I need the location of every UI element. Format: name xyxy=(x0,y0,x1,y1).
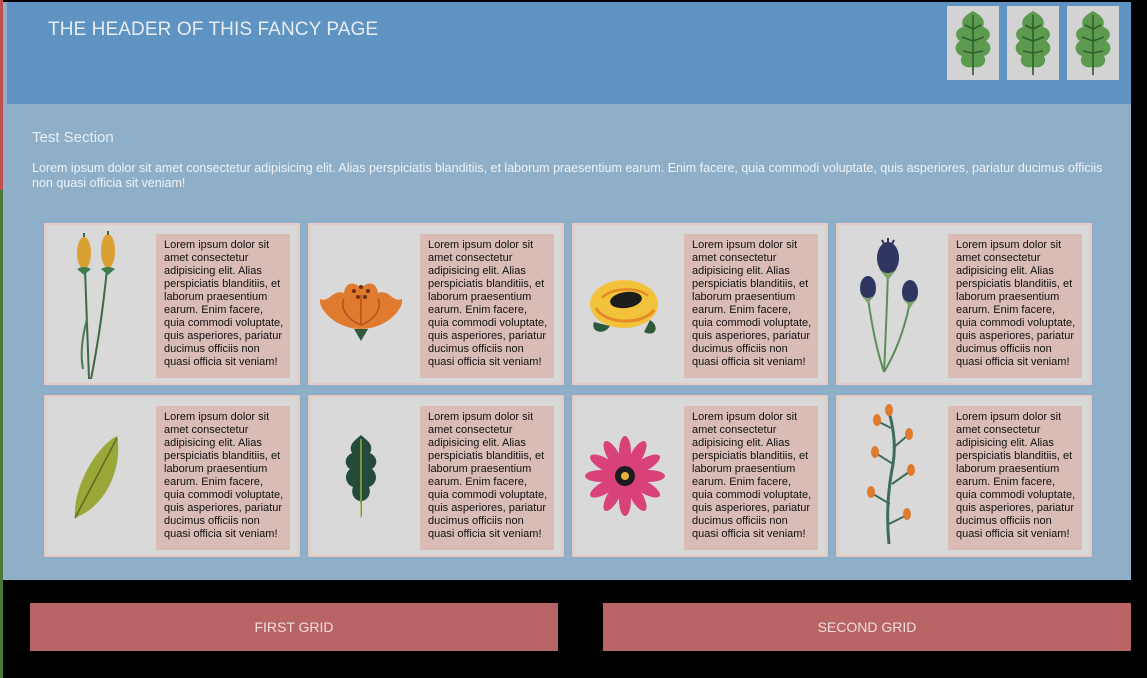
thistle-icon xyxy=(844,231,934,377)
section-title: Test Section xyxy=(32,129,114,146)
green-leaf-icon xyxy=(52,403,142,549)
card-text: Lorem ipsum dolor sit amet consectetur a… xyxy=(420,234,554,378)
card-text: Lorem ipsum dolor sit amet consectetur a… xyxy=(684,406,818,550)
section-text: Lorem ipsum dolor sit amet consectetur a… xyxy=(32,161,1103,190)
header-title: THE HEADER OF THIS FANCY PAGE xyxy=(48,19,379,40)
card: Lorem ipsum dolor sit amet consectetur a… xyxy=(44,395,300,557)
card: Lorem ipsum dolor sit amet consectetur a… xyxy=(572,223,828,385)
page-container: THE HEADER OF THIS FANCY PAGE Test Secti… xyxy=(3,2,1131,580)
card: Lorem ipsum dolor sit amet consectetur a… xyxy=(44,223,300,385)
first-grid-button[interactable]: FIRST GRID xyxy=(30,603,558,651)
header-leaf-icons xyxy=(947,6,1119,80)
card-text: Lorem ipsum dolor sit amet consectetur a… xyxy=(156,406,290,550)
card-text: Lorem ipsum dolor sit amet consectetur a… xyxy=(420,406,554,550)
card-text: Lorem ipsum dolor sit amet consectetur a… xyxy=(684,234,818,378)
card: Lorem ipsum dolor sit amet consectetur a… xyxy=(836,223,1092,385)
second-grid-button[interactable]: SECOND GRID xyxy=(603,603,1131,651)
card: Lorem ipsum dolor sit amet consectetur a… xyxy=(572,395,828,557)
cattail-icon xyxy=(52,231,142,379)
card-text: Lorem ipsum dolor sit amet consectetur a… xyxy=(948,406,1082,550)
card-text: Lorem ipsum dolor sit amet consectetur a… xyxy=(948,234,1082,378)
berry-branch-icon xyxy=(844,403,934,549)
pink-daisy-icon xyxy=(580,403,670,549)
card: Lorem ipsum dolor sit amet consectetur a… xyxy=(308,395,564,557)
card: Lorem ipsum dolor sit amet consectetur a… xyxy=(836,395,1092,557)
oak-leaf-icon xyxy=(1007,6,1059,80)
page-header: THE HEADER OF THIS FANCY PAGE xyxy=(7,2,1131,104)
yellow-rose-icon xyxy=(580,231,670,377)
orange-flower-icon xyxy=(316,231,406,377)
oak-leaf-icon xyxy=(316,403,406,549)
oak-leaf-icon xyxy=(947,6,999,80)
card-text: Lorem ipsum dolor sit amet consectetur a… xyxy=(156,234,290,378)
card: Lorem ipsum dolor sit amet consectetur a… xyxy=(308,223,564,385)
card-grid: Lorem ipsum dolor sit amet consectetur a… xyxy=(44,223,1094,561)
oak-leaf-icon xyxy=(1067,6,1119,80)
